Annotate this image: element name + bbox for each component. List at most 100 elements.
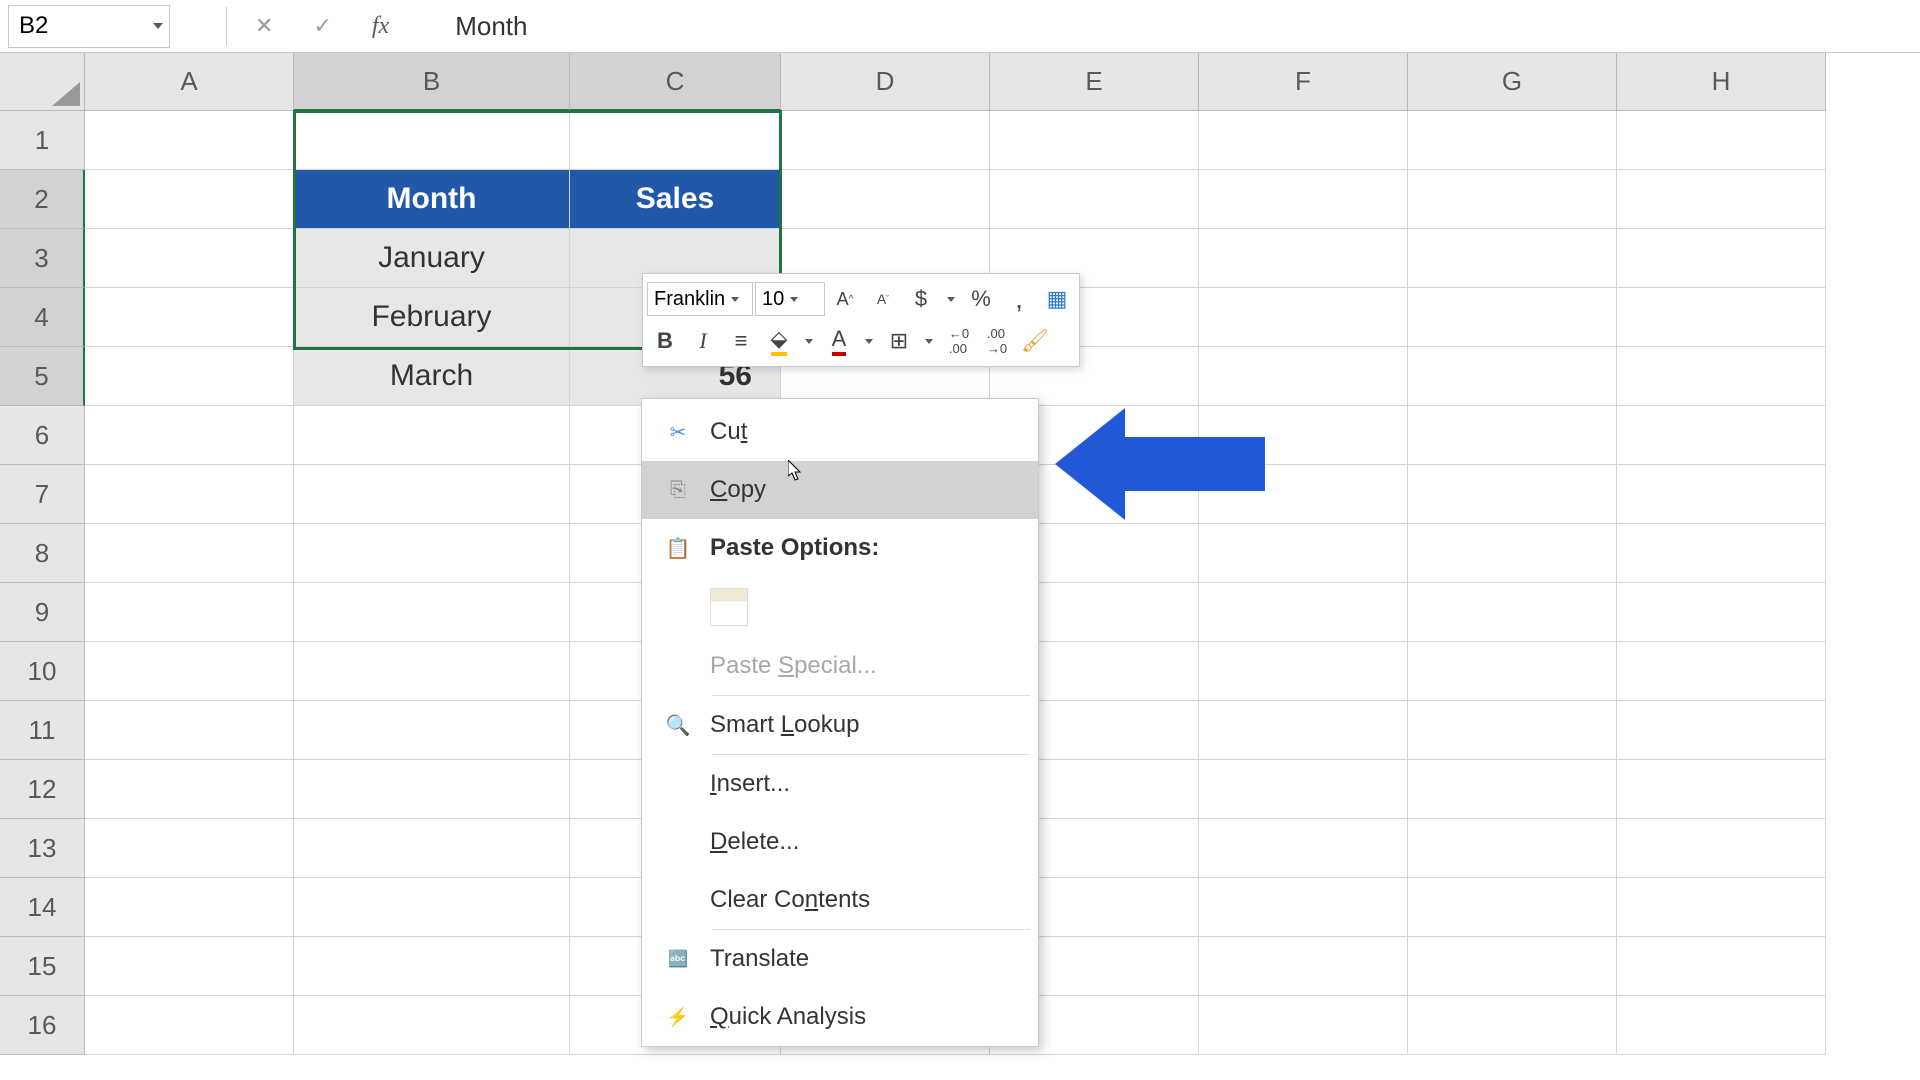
cell-A15[interactable] xyxy=(85,937,294,996)
cell-A14[interactable] xyxy=(85,878,294,937)
column-header-A[interactable]: A xyxy=(85,53,294,111)
paste-icon[interactable] xyxy=(710,588,748,626)
cell-G7[interactable] xyxy=(1408,465,1617,524)
enter-icon[interactable]: ✓ xyxy=(313,13,331,39)
row-header-16[interactable]: 16 xyxy=(0,996,85,1055)
cell-B11[interactable] xyxy=(294,701,570,760)
row-header-9[interactable]: 9 xyxy=(0,583,85,642)
cell-A12[interactable] xyxy=(85,760,294,819)
cell-H16[interactable] xyxy=(1617,996,1826,1055)
cell-C1[interactable] xyxy=(570,111,781,170)
cell-H9[interactable] xyxy=(1617,583,1826,642)
cell-H12[interactable] xyxy=(1617,760,1826,819)
cell-D1[interactable] xyxy=(781,111,990,170)
cell-G10[interactable] xyxy=(1408,642,1617,701)
cell-F5[interactable] xyxy=(1199,347,1408,406)
cell-A1[interactable] xyxy=(85,111,294,170)
column-header-F[interactable]: F xyxy=(1199,53,1408,111)
cell-G12[interactable] xyxy=(1408,760,1617,819)
cell-B15[interactable] xyxy=(294,937,570,996)
cell-B5[interactable]: March xyxy=(294,347,570,406)
menu-cut[interactable]: ✂ Cut xyxy=(642,403,1038,461)
cell-G15[interactable] xyxy=(1408,937,1617,996)
cell-G8[interactable] xyxy=(1408,524,1617,583)
font-color-dropdown-icon[interactable] xyxy=(859,324,879,358)
cell-F15[interactable] xyxy=(1199,937,1408,996)
cell-G6[interactable] xyxy=(1408,406,1617,465)
cell-G3[interactable] xyxy=(1408,229,1617,288)
row-header-10[interactable]: 10 xyxy=(0,642,85,701)
borders-dropdown-icon[interactable] xyxy=(919,324,939,358)
table-format-icon[interactable]: ▦ xyxy=(1039,282,1075,316)
menu-insert[interactable]: Insert... xyxy=(642,755,1038,813)
cell-G1[interactable] xyxy=(1408,111,1617,170)
row-header-3[interactable]: 3 xyxy=(0,229,85,288)
cell-H10[interactable] xyxy=(1617,642,1826,701)
cell-B9[interactable] xyxy=(294,583,570,642)
menu-delete[interactable]: Delete... xyxy=(642,813,1038,871)
cell-E2[interactable] xyxy=(990,170,1199,229)
fill-color-dropdown-icon[interactable] xyxy=(799,324,819,358)
cell-H6[interactable] xyxy=(1617,406,1826,465)
cell-F3[interactable] xyxy=(1199,229,1408,288)
cell-B12[interactable] xyxy=(294,760,570,819)
cell-B10[interactable] xyxy=(294,642,570,701)
cell-H2[interactable] xyxy=(1617,170,1826,229)
column-header-G[interactable]: G xyxy=(1408,53,1617,111)
column-header-E[interactable]: E xyxy=(990,53,1199,111)
increase-font-icon[interactable]: A^ xyxy=(827,282,863,316)
row-header-2[interactable]: 2 xyxy=(0,170,85,229)
cell-G9[interactable] xyxy=(1408,583,1617,642)
cell-F10[interactable] xyxy=(1199,642,1408,701)
currency-icon[interactable]: $ xyxy=(903,282,939,316)
cell-F12[interactable] xyxy=(1199,760,1408,819)
decrease-decimal-icon[interactable]: .00→0 xyxy=(979,324,1015,358)
row-header-14[interactable]: 14 xyxy=(0,878,85,937)
comma-icon[interactable]: , xyxy=(1001,282,1037,316)
cell-H5[interactable] xyxy=(1617,347,1826,406)
cell-B8[interactable] xyxy=(294,524,570,583)
italic-button[interactable]: I xyxy=(685,324,721,358)
select-all-corner[interactable] xyxy=(0,53,85,111)
cell-H11[interactable] xyxy=(1617,701,1826,760)
cell-F8[interactable] xyxy=(1199,524,1408,583)
row-header-7[interactable]: 7 xyxy=(0,465,85,524)
row-header-1[interactable]: 1 xyxy=(0,111,85,170)
menu-translate[interactable]: 🔤 Translate xyxy=(642,930,1038,988)
cell-B4[interactable]: February xyxy=(294,288,570,347)
menu-smart-lookup[interactable]: 🔍 Smart Lookup xyxy=(642,696,1038,754)
name-box[interactable]: B2 xyxy=(8,5,170,48)
row-header-6[interactable]: 6 xyxy=(0,406,85,465)
cell-H7[interactable] xyxy=(1617,465,1826,524)
font-size-combo[interactable]: 10 xyxy=(755,282,825,316)
cell-A8[interactable] xyxy=(85,524,294,583)
cell-H1[interactable] xyxy=(1617,111,1826,170)
cell-B2[interactable]: Month xyxy=(294,170,570,229)
cell-A9[interactable] xyxy=(85,583,294,642)
cell-B6[interactable] xyxy=(294,406,570,465)
column-header-D[interactable]: D xyxy=(781,53,990,111)
cell-G11[interactable] xyxy=(1408,701,1617,760)
cell-G14[interactable] xyxy=(1408,878,1617,937)
name-box-dropdown-icon[interactable] xyxy=(153,23,163,29)
cell-C2[interactable]: Sales xyxy=(570,170,781,229)
row-header-4[interactable]: 4 xyxy=(0,288,85,347)
cell-G4[interactable] xyxy=(1408,288,1617,347)
fx-icon[interactable]: fx xyxy=(372,13,389,40)
cancel-icon[interactable]: ✕ xyxy=(255,13,273,39)
cell-G13[interactable] xyxy=(1408,819,1617,878)
cell-H8[interactable] xyxy=(1617,524,1826,583)
cell-F16[interactable] xyxy=(1199,996,1408,1055)
row-header-15[interactable]: 15 xyxy=(0,937,85,996)
cell-A11[interactable] xyxy=(85,701,294,760)
cell-B13[interactable] xyxy=(294,819,570,878)
formula-input[interactable]: Month xyxy=(417,11,527,42)
cell-F2[interactable] xyxy=(1199,170,1408,229)
cell-G2[interactable] xyxy=(1408,170,1617,229)
cell-B16[interactable] xyxy=(294,996,570,1055)
menu-quick-analysis[interactable]: ⚡ Quick Analysis xyxy=(642,988,1038,1046)
cell-H14[interactable] xyxy=(1617,878,1826,937)
cell-A3[interactable] xyxy=(85,229,294,288)
font-color-icon[interactable]: A xyxy=(821,324,857,358)
currency-dropdown-icon[interactable] xyxy=(941,282,961,316)
